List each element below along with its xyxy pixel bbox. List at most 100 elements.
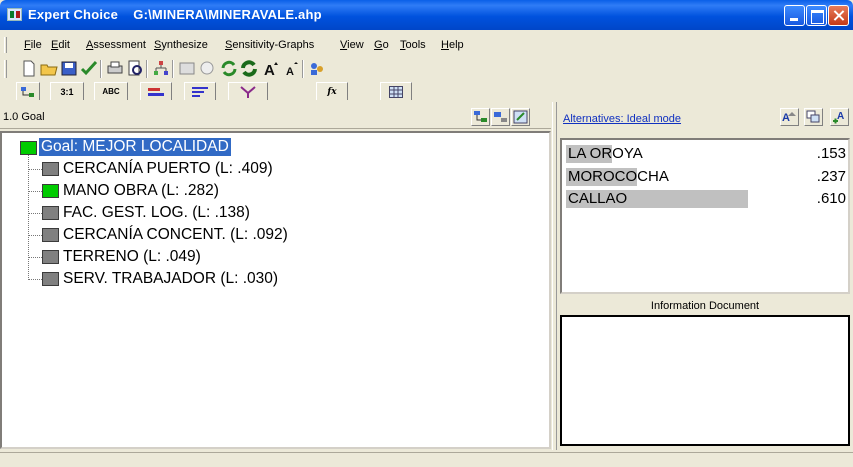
tree-connector: [29, 191, 42, 192]
node-icon: [42, 162, 59, 176]
expand-tree-button[interactable]: [511, 108, 530, 126]
alternative-name: LA OROYA: [568, 145, 643, 162]
rating-bars-icon: [192, 86, 208, 97]
node-icon: [42, 228, 59, 242]
toolbar: A A: [0, 58, 853, 80]
alternatives-mode-link[interactable]: Alternatives: Ideal mode: [563, 113, 681, 125]
node-label[interactable]: TERRENO (L: .049): [63, 248, 201, 266]
alternative-name: CALLAO: [568, 190, 628, 207]
window-layout-button[interactable]: [804, 108, 823, 126]
pane-splitter[interactable]: [552, 102, 557, 450]
tree-connector: [29, 169, 42, 170]
sort-icon: A: [782, 112, 796, 124]
tab-rating[interactable]: [184, 82, 216, 100]
alternative-name: MOROCOCHA: [568, 168, 669, 185]
toolbar-separator: [146, 60, 148, 78]
node-label[interactable]: FAC. GEST. LOG. (L: .138): [63, 204, 250, 222]
node-label[interactable]: MANO OBRA (L: .282): [63, 182, 219, 200]
alternatives-list[interactable]: LA OROYA .153 MOROCOCHA .237 CALLAO .610: [560, 138, 850, 294]
tree-connector: [29, 279, 42, 280]
tree-layout-button[interactable]: [471, 108, 490, 126]
menu-tools[interactable]: Tools: [400, 39, 426, 51]
tab-label: fx: [327, 86, 337, 97]
node-label[interactable]: CERCANÍA PUERTO (L: .409): [63, 160, 273, 178]
menu-view[interactable]: View: [340, 39, 364, 51]
tab-formula[interactable]: fx: [316, 82, 348, 100]
node-label[interactable]: SERV. TRABAJADOR (L: .030): [63, 270, 278, 288]
node-icon: [42, 206, 59, 220]
close-button[interactable]: [828, 5, 849, 26]
window-layout-icon: [806, 110, 820, 123]
alternative-row[interactable]: MOROCOCHA .237: [566, 167, 846, 187]
refresh-all-icon[interactable]: [240, 60, 258, 77]
expand-icon: [513, 110, 528, 124]
save-icon[interactable]: [60, 60, 78, 77]
goal-label[interactable]: Goal: MEJOR LOCALIDAD: [39, 138, 231, 156]
tab-tree-view[interactable]: [16, 82, 40, 100]
tab-data-grid[interactable]: [380, 82, 412, 100]
node-icon: [42, 184, 59, 198]
toolbar-grip: [4, 60, 7, 78]
tree-connector: [29, 213, 42, 214]
node-header: 1.0 Goal: [0, 106, 551, 129]
menu-grip: [4, 37, 7, 53]
tree-connector: [29, 235, 42, 236]
graphical-bars-icon: [148, 87, 164, 96]
toolbar-separator: [302, 60, 304, 78]
add-alternative-button[interactable]: A: [830, 108, 849, 126]
tab-pairwise-graphical[interactable]: [140, 82, 172, 100]
toolbar-separator: [172, 60, 174, 78]
hierarchy-tree[interactable]: Goal: MEJOR LOCALIDAD CERCANÍA PUERTO (L…: [0, 131, 551, 449]
alternative-row[interactable]: CALLAO .610: [566, 189, 846, 209]
svg-text:A: A: [837, 111, 844, 122]
tree-connector: [28, 153, 29, 280]
open-folder-icon[interactable]: [40, 60, 58, 77]
tab-pairwise-numerical[interactable]: 3:1: [50, 82, 84, 100]
print-icon[interactable]: [106, 60, 124, 77]
tab-pairwise-verbal[interactable]: ABC: [94, 82, 128, 100]
tab-questionnaire[interactable]: [228, 82, 268, 100]
goal-node-icon: [20, 141, 37, 155]
graph-icon[interactable]: [178, 60, 196, 77]
sort-alternatives-button[interactable]: A: [780, 108, 799, 126]
node-label[interactable]: CERCANÍA CONCENT. (L: .092): [63, 226, 288, 244]
check-icon[interactable]: [80, 60, 98, 77]
view-tabs: 3:1 ABC fx: [0, 82, 853, 102]
menu-go[interactable]: Go: [374, 39, 389, 51]
menu-help[interactable]: Help: [441, 39, 464, 51]
app-icon[interactable]: [7, 8, 22, 21]
toolbar-separator: [100, 60, 102, 78]
menu-edit[interactable]: Edit: [51, 39, 70, 51]
tree-view-icon: [21, 86, 34, 97]
maximize-button[interactable]: [806, 5, 827, 26]
menu-file[interactable]: File: [24, 39, 42, 51]
alternative-row[interactable]: LA OROYA .153: [566, 144, 846, 164]
increase-font-icon[interactable]: A: [262, 60, 280, 77]
refresh-icon[interactable]: [220, 60, 238, 77]
tab-label: 3:1: [60, 86, 74, 97]
tree-layout-icon: [474, 111, 487, 122]
menu-assessment[interactable]: Assessment: [86, 39, 146, 51]
window-title: Expert Choice G:\MINERA\MINERAVALE.ahp: [28, 7, 322, 22]
title-bar: Expert Choice G:\MINERA\MINERAVALE.ahp: [0, 0, 853, 30]
print-preview-icon[interactable]: [126, 60, 144, 77]
alternative-value: .153: [816, 145, 846, 162]
decrease-font-icon[interactable]: A: [282, 60, 300, 77]
tab-label: ABC: [102, 87, 120, 96]
information-document-label: Information Document: [650, 300, 760, 312]
information-document-area[interactable]: [560, 315, 850, 446]
menu-synthesize[interactable]: Synthesize: [154, 39, 208, 51]
alternative-value: .237: [816, 168, 846, 185]
questionnaire-icon: [240, 85, 256, 98]
node-icon: [42, 272, 59, 286]
node-view-button[interactable]: [491, 108, 510, 126]
menu-sensitivity-graphs[interactable]: Sensitivity-Graphs: [225, 39, 314, 51]
participants-icon[interactable]: [308, 60, 326, 77]
svg-text:A: A: [286, 66, 294, 77]
tree-structure-icon[interactable]: [152, 60, 170, 77]
svg-text:A: A: [782, 112, 790, 124]
minimize-button[interactable]: [784, 5, 805, 26]
synthesis-icon[interactable]: [198, 60, 216, 77]
new-file-icon[interactable]: [20, 60, 38, 77]
svg-text:A: A: [264, 62, 275, 77]
